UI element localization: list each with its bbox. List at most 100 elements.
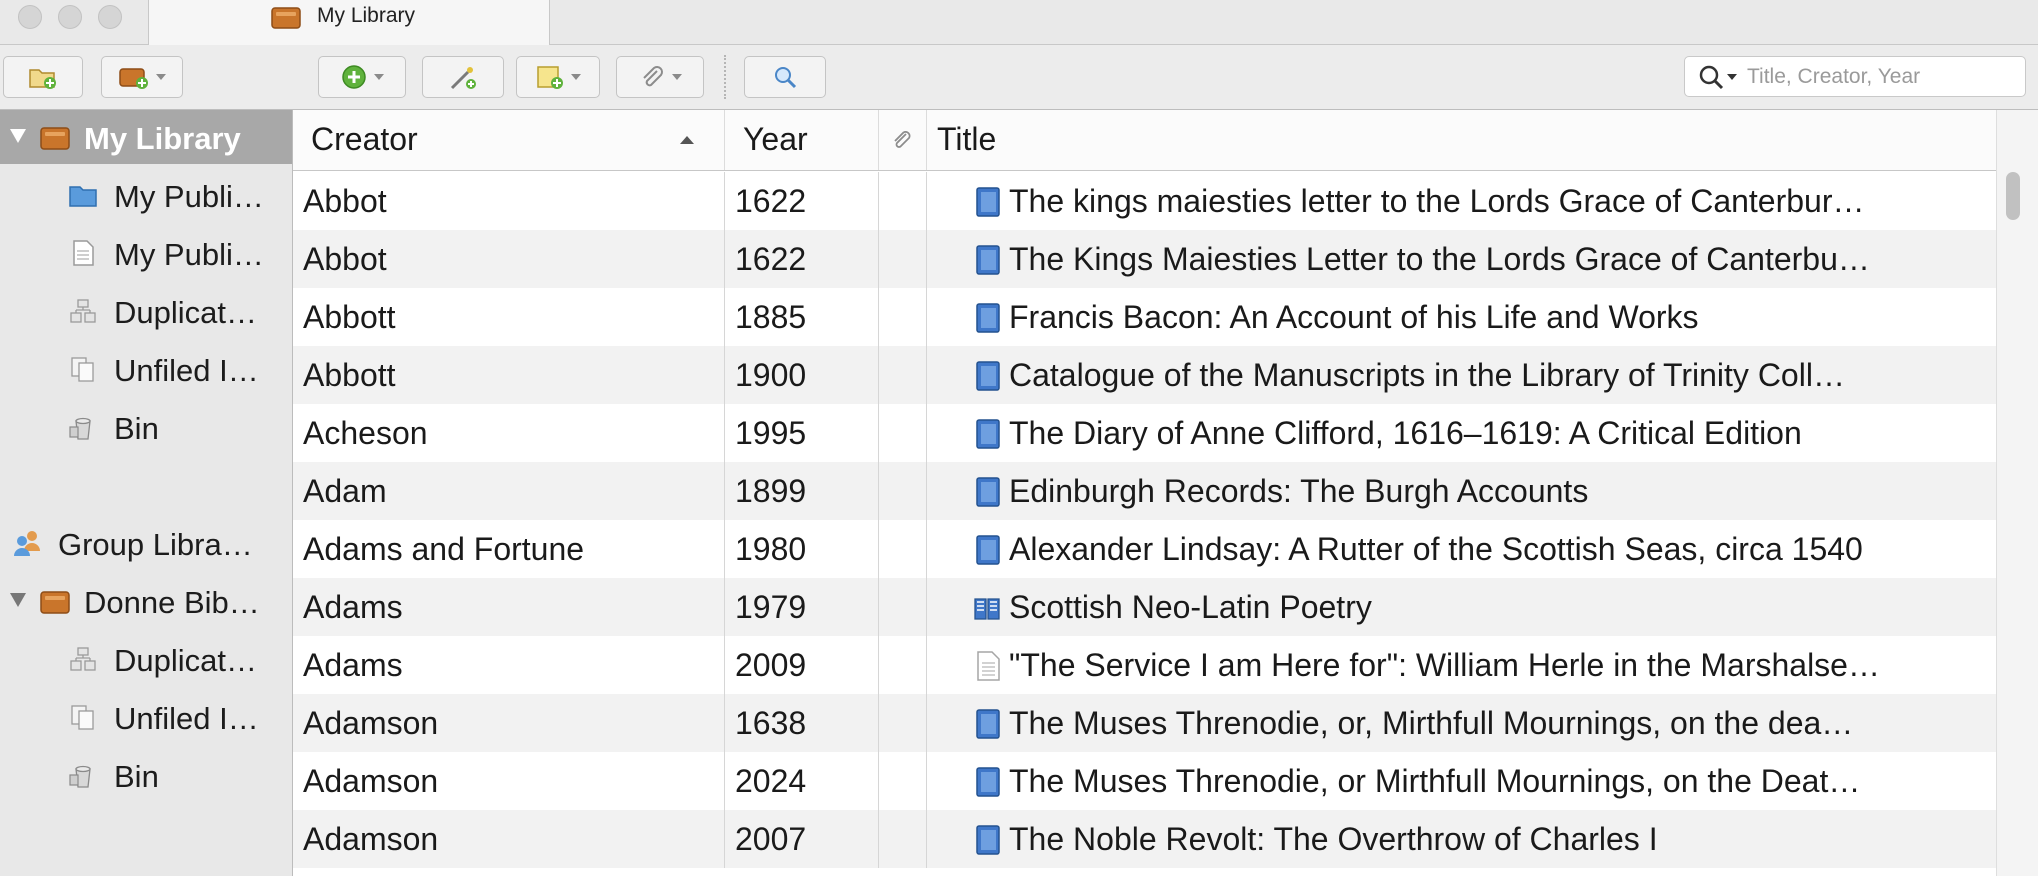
book-icon bbox=[976, 767, 1000, 797]
title-text: The Muses Threnodie, or Mirthfull Mourni… bbox=[1009, 763, 1861, 799]
duplicate-icon bbox=[70, 647, 96, 671]
plus-circle-icon bbox=[342, 65, 366, 89]
unfiled-icon bbox=[71, 705, 94, 730]
cell-attachment bbox=[879, 404, 927, 462]
document-icon bbox=[977, 651, 1000, 681]
creator-text: Adamson bbox=[303, 821, 439, 857]
search-icon[interactable] bbox=[1697, 63, 1725, 91]
new-collection-button[interactable] bbox=[3, 56, 83, 98]
disclosure-triangle-icon[interactable] bbox=[10, 593, 26, 607]
cell-year: 2009 bbox=[725, 636, 879, 694]
table-row[interactable]: Abbot 1622 The kings maiesties letter to t… bbox=[293, 172, 1996, 230]
group-icon bbox=[14, 531, 40, 556]
new-item-button[interactable] bbox=[318, 56, 406, 98]
minimize-window-button[interactable] bbox=[58, 5, 82, 29]
column-header-title[interactable]: Title bbox=[927, 110, 1996, 170]
year-text: 2024 bbox=[735, 763, 807, 799]
cell-year: 1979 bbox=[725, 578, 879, 636]
book-section-icon bbox=[974, 598, 1000, 620]
title-text: The Noble Revolt: The Overthrow of Charl… bbox=[1009, 821, 1658, 857]
year-text: 1979 bbox=[735, 589, 807, 625]
paperclip-icon bbox=[643, 66, 663, 87]
table-row[interactable]: Adams 1979 Scottish Neo-Latin Poetry bbox=[293, 578, 1996, 636]
scrollbar-thumb[interactable] bbox=[2006, 172, 2020, 220]
cell-creator: Adams bbox=[293, 578, 725, 636]
search-input[interactable] bbox=[1745, 63, 2009, 90]
add-by-identifier-button[interactable] bbox=[422, 56, 504, 98]
new-note-button[interactable] bbox=[516, 56, 600, 98]
column-header-year[interactable]: Year bbox=[725, 110, 879, 170]
cell-creator: Abbot bbox=[293, 172, 725, 230]
cell-title: The Muses Threnodie, or Mirthfull Mourni… bbox=[927, 752, 1996, 810]
table-row[interactable]: Adamson 1638 The Muses Threnodie, or, Mirt… bbox=[293, 694, 1996, 752]
creator-text: Abbot bbox=[303, 183, 387, 219]
cell-attachment bbox=[879, 172, 927, 230]
title-text: Catalogue of the Manuscripts in the Libr… bbox=[1009, 357, 1845, 393]
year-text: 1980 bbox=[735, 531, 807, 567]
cell-year: 1980 bbox=[725, 520, 879, 578]
sidebar-item-donne-bibliography[interactable]: Donne Bib… bbox=[0, 574, 292, 628]
column-header-creator[interactable]: Creator bbox=[293, 110, 725, 170]
sidebar-item-my-publications-folder[interactable]: My Publi… bbox=[0, 168, 292, 222]
cell-title: The Kings Maiesties Letter to the Lords … bbox=[927, 230, 1996, 288]
document-icon bbox=[73, 240, 94, 266]
cell-creator: Adamson bbox=[293, 752, 725, 810]
book-icon bbox=[976, 303, 1000, 333]
sidebar-item-label: My Library bbox=[84, 121, 241, 156]
table-row[interactable]: Adam 1899 Edinburgh Records: The Burgh Acc… bbox=[293, 462, 1996, 520]
sidebar-item-my-library[interactable]: My Library bbox=[0, 110, 292, 164]
creator-text: Adamson bbox=[303, 763, 439, 799]
close-window-button[interactable] bbox=[18, 5, 42, 29]
table-row[interactable]: Adams and Fortune 1980 Alexander Lindsay: … bbox=[293, 520, 1996, 578]
vertical-scrollbar[interactable] bbox=[1996, 110, 2038, 876]
advanced-search-button[interactable] bbox=[744, 56, 826, 98]
book-icon bbox=[976, 825, 1000, 855]
table-row[interactable]: Abbott 1885 Francis Bacon: An Account of h… bbox=[293, 288, 1996, 346]
collections-pane: My Library My Publi… My Publi… Duplicat…… bbox=[0, 110, 293, 876]
book-icon bbox=[976, 477, 1000, 507]
disclosure-triangle-icon[interactable] bbox=[10, 129, 26, 143]
table-row[interactable]: Abbott 1900 Catalogue of the Manuscripts i… bbox=[293, 346, 1996, 404]
cell-year: 1622 bbox=[725, 230, 879, 288]
toolbar bbox=[0, 45, 2038, 110]
book-icon bbox=[976, 535, 1000, 565]
folder-icon bbox=[69, 186, 97, 207]
zoom-window-button[interactable] bbox=[98, 5, 122, 29]
title-text: The Diary of Anne Clifford, 1616–1619: A… bbox=[1009, 415, 1802, 451]
column-header-attachments[interactable] bbox=[879, 110, 927, 170]
sidebar-item-duplicates[interactable]: Duplicat… bbox=[0, 284, 292, 338]
search-mode-chevron-icon[interactable] bbox=[1727, 73, 1737, 80]
tab-my-library[interactable]: My Library bbox=[148, 0, 550, 45]
table-row[interactable]: Acheson 1995 The Diary of Anne Clifford, 1… bbox=[293, 404, 1996, 462]
cell-creator: Abbot bbox=[293, 230, 725, 288]
title-text: The kings maiesties letter to the Lords … bbox=[1009, 183, 1865, 219]
title-text: Francis Bacon: An Account of his Life an… bbox=[1009, 299, 1699, 335]
cell-title: "The Service I am Here for": William Her… bbox=[927, 636, 1996, 694]
table-row[interactable]: Abbot 1622 The Kings Maiesties Letter to t… bbox=[293, 230, 1996, 288]
year-text: 1885 bbox=[735, 299, 807, 335]
add-attachment-button[interactable] bbox=[616, 56, 704, 98]
table-row[interactable]: Adamson 2007 The Noble Revolt: The Overthr… bbox=[293, 810, 1996, 868]
book-icon bbox=[976, 419, 1000, 449]
table-row[interactable]: Adams 2009 "The Service I am Here for": Wi… bbox=[293, 636, 1996, 694]
column-header-label: Title bbox=[937, 121, 997, 157]
cell-title: Catalogue of the Manuscripts in the Libr… bbox=[927, 346, 1996, 404]
sidebar-item-my-publications[interactable]: My Publi… bbox=[0, 226, 292, 280]
sidebar-item-unfiled[interactable]: Unfiled I… bbox=[0, 342, 292, 396]
new-library-button[interactable] bbox=[101, 56, 183, 98]
search-field[interactable] bbox=[1684, 56, 2026, 97]
sidebar-item-label: Donne Bib… bbox=[84, 585, 260, 620]
sidebar-item-label: Duplicat… bbox=[114, 643, 257, 678]
sidebar-group-libraries-header[interactable]: Group Libra… bbox=[0, 516, 292, 570]
sidebar-item-duplicates[interactable]: Duplicat… bbox=[0, 632, 292, 686]
sidebar-item-bin[interactable]: Bin bbox=[0, 748, 292, 802]
book-icon bbox=[976, 187, 1000, 217]
sidebar-item-bin[interactable]: Bin bbox=[0, 400, 292, 454]
table-row[interactable]: Adamson 2024 The Muses Threnodie, or Mirth… bbox=[293, 752, 1996, 810]
column-header-label: Creator bbox=[311, 121, 418, 157]
sidebar-item-unfiled[interactable]: Unfiled I… bbox=[0, 690, 292, 744]
creator-text: Adams bbox=[303, 589, 403, 625]
year-text: 1622 bbox=[735, 241, 807, 277]
cell-creator: Acheson bbox=[293, 404, 725, 462]
sidebar-item-label: Group Libra… bbox=[58, 527, 253, 562]
